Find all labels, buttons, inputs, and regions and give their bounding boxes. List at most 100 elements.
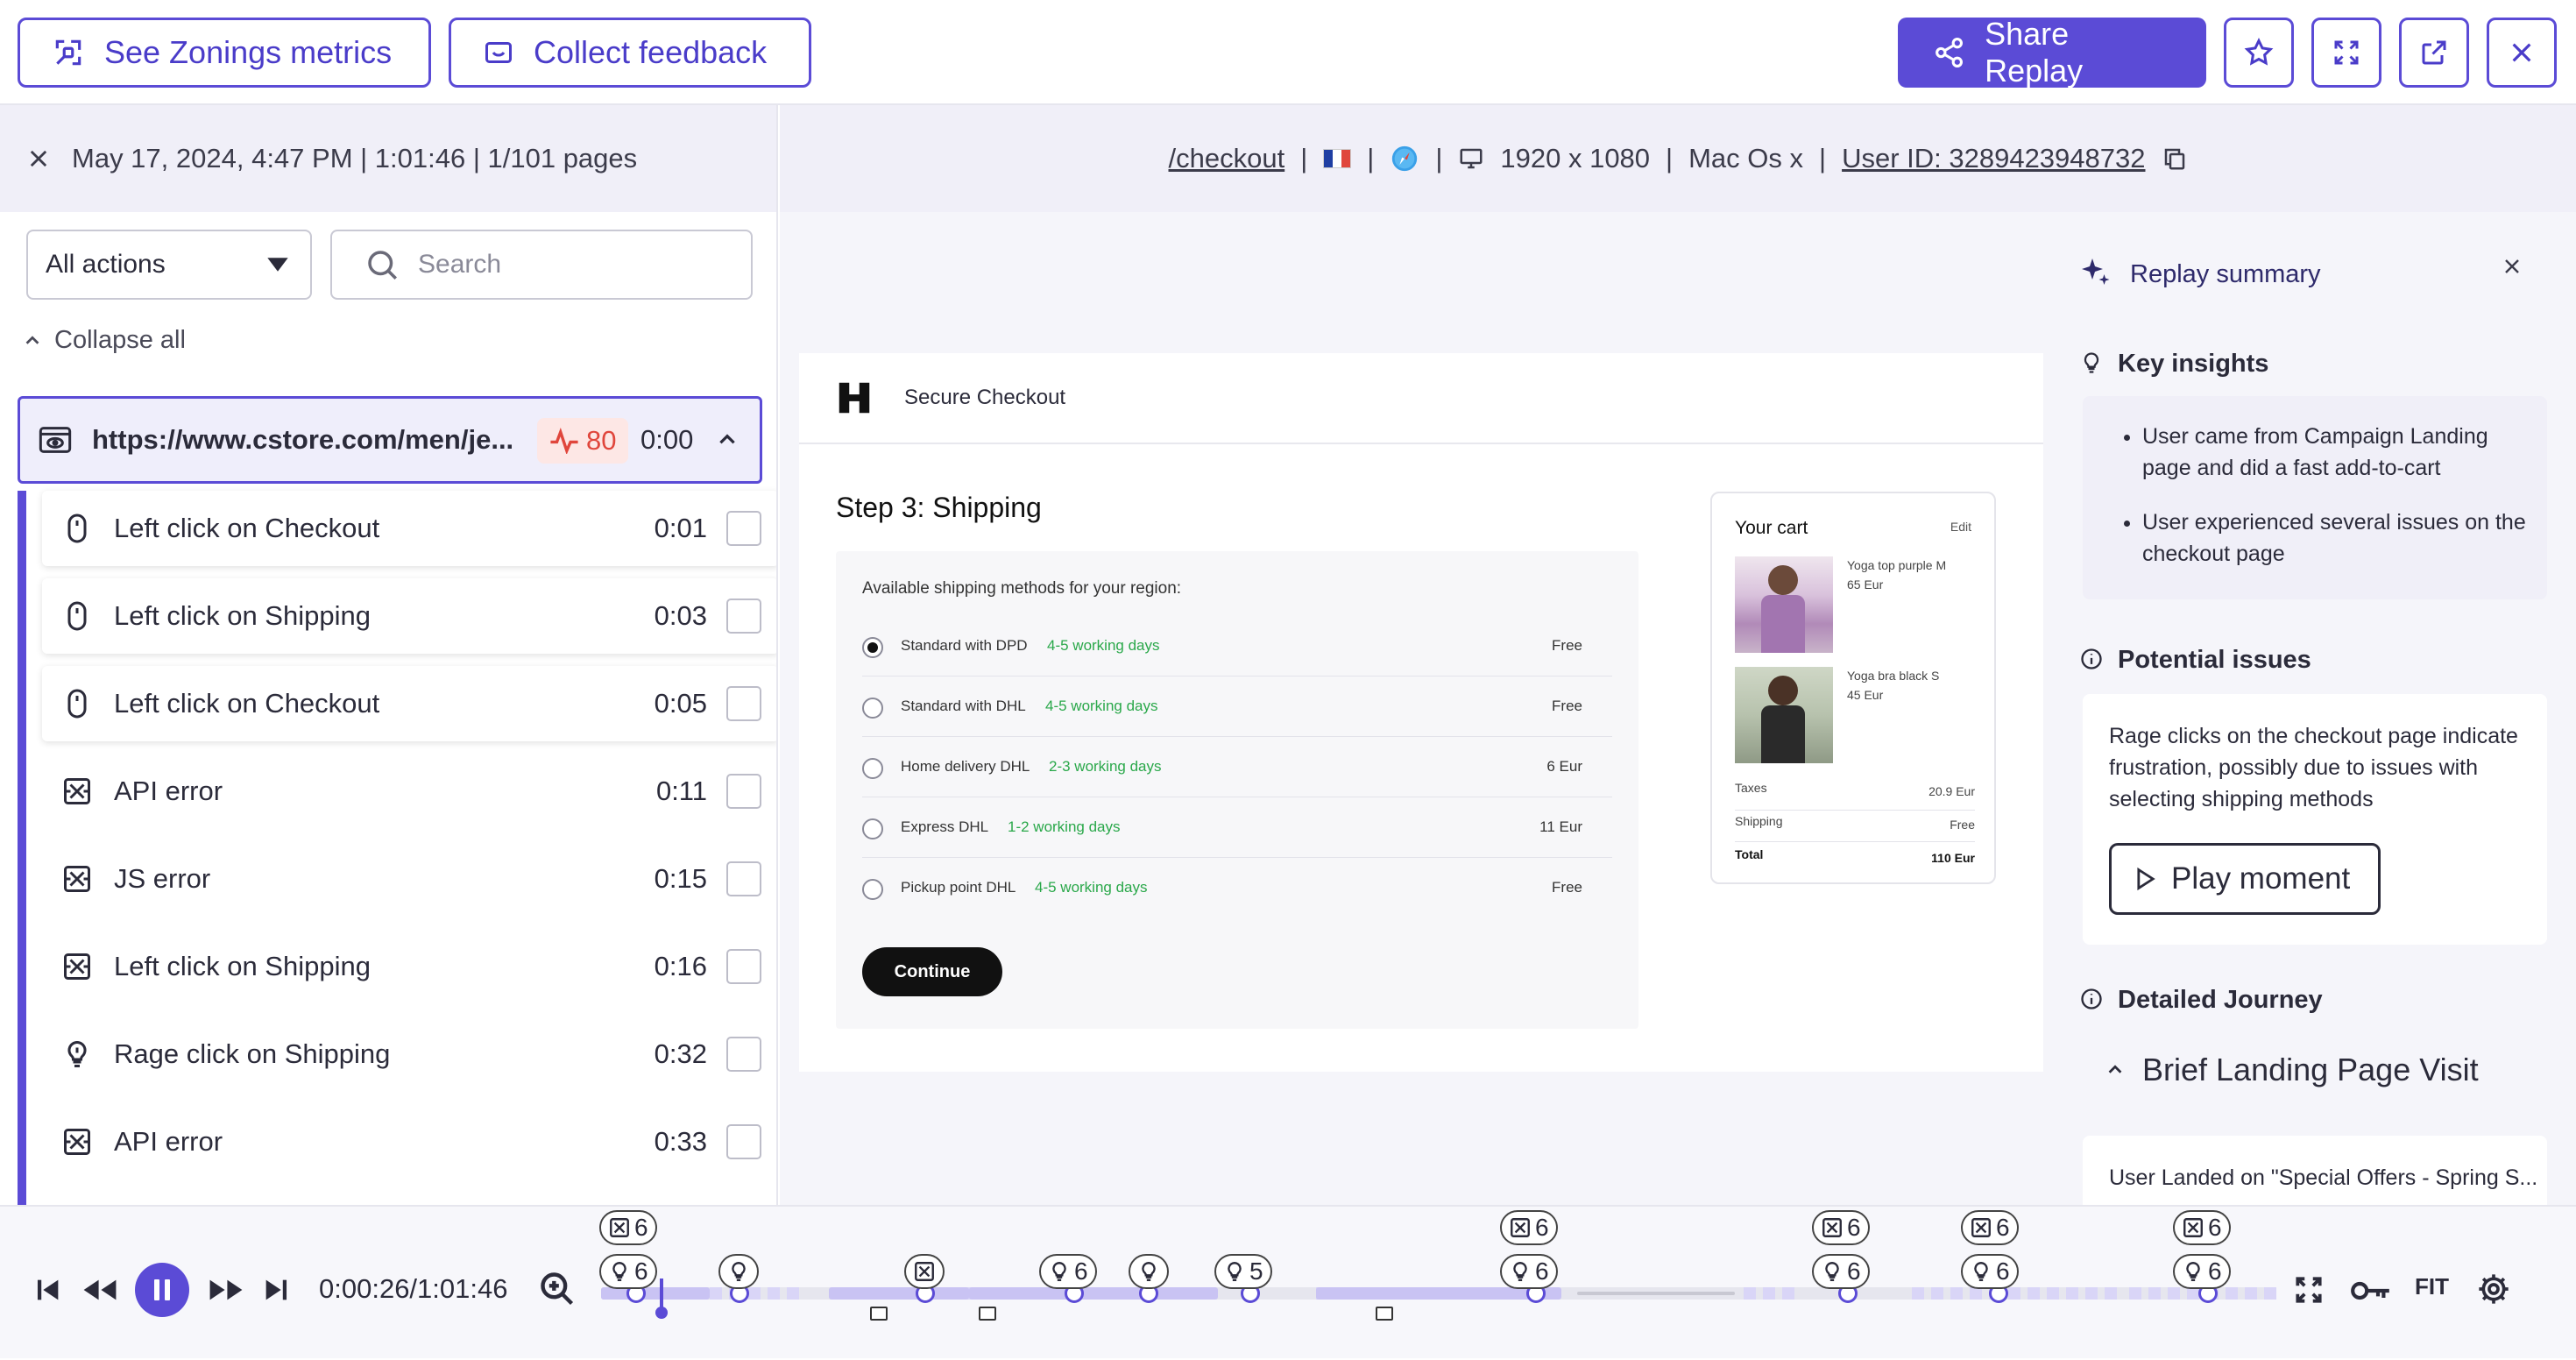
rage-click-marker[interactable]: [1129, 1254, 1169, 1289]
collapse-all-label: Collapse all: [54, 326, 186, 354]
event-row[interactable]: JS error 0:15: [42, 841, 776, 917]
feedback-icon: [485, 42, 512, 63]
error-marker[interactable]: 6: [2173, 1210, 2231, 1245]
event-row[interactable]: API error 0:33: [42, 1104, 776, 1179]
rage-click-marker[interactable]: 6: [1812, 1254, 1870, 1289]
method-name: Express DHL: [901, 818, 989, 835]
marker-count: 6: [634, 1214, 648, 1241]
event-checkbox[interactable]: [726, 1124, 761, 1159]
error-marker[interactable]: 6: [1812, 1210, 1870, 1245]
play-moment-button[interactable]: Play moment: [2109, 843, 2381, 915]
copy-icon[interactable]: [2162, 145, 2188, 172]
share-icon: [1936, 37, 1964, 68]
shipping-method-row[interactable]: Standard with DHL 4-5 working days Free: [862, 676, 1612, 737]
timeline-segment: [768, 1287, 780, 1300]
collect-feedback-button[interactable]: Collect feedback: [449, 18, 811, 88]
issue-text: Rage clicks on the checkout page indicat…: [2109, 724, 2518, 811]
settings-gear-icon[interactable]: [2476, 1271, 2511, 1307]
marker-count: 6: [634, 1257, 648, 1285]
rage-click-marker[interactable]: [718, 1254, 759, 1289]
error-icon: [1971, 1218, 1991, 1237]
key-icon[interactable]: [2350, 1275, 2392, 1307]
error-icon: [60, 1124, 95, 1159]
rage-click-marker[interactable]: 5: [1214, 1254, 1272, 1289]
error-icon: [610, 1218, 629, 1237]
event-checkbox[interactable]: [726, 599, 761, 634]
safari-browser-icon: [1392, 145, 1418, 172]
actions-select[interactable]: All actions: [26, 230, 312, 300]
rage-click-marker[interactable]: 6: [1039, 1254, 1097, 1289]
error-marker[interactable]: [904, 1254, 945, 1289]
shipping-method-row[interactable]: Pickup point DHL 4-5 working days Free: [862, 858, 1612, 918]
star-icon: [2244, 38, 2274, 66]
radio-button[interactable]: [862, 637, 883, 658]
radio-button[interactable]: [862, 758, 883, 779]
event-row[interactable]: API error 0:11: [42, 754, 776, 829]
shipping-method-row[interactable]: Home delivery DHL 2-3 working days 6 Eur: [862, 737, 1612, 797]
share-replay-button[interactable]: Share Replay: [1898, 16, 2206, 89]
event-checkbox[interactable]: [726, 861, 761, 896]
continue-button[interactable]: Continue: [862, 947, 1002, 996]
error-marker[interactable]: 6: [599, 1210, 657, 1245]
method-days: 2-3 working days: [1049, 758, 1162, 775]
radio-button[interactable]: [862, 879, 883, 900]
collect-feedback-label: Collect feedback: [534, 34, 768, 70]
close-summary-icon[interactable]: [2502, 256, 2523, 277]
rage-click-marker[interactable]: 6: [1961, 1254, 2019, 1289]
shipping-method-row[interactable]: Express DHL 1-2 working days 11 Eur: [862, 797, 1612, 858]
user-id-link[interactable]: User ID: 3289423948732: [1842, 143, 2145, 174]
error-icon: [1511, 1218, 1530, 1237]
open-external-button[interactable]: [2399, 18, 2469, 88]
event-row[interactable]: Rage click on Shipping 0:32: [42, 1016, 776, 1092]
rage-click-marker[interactable]: 6: [599, 1254, 657, 1289]
rage-click-marker[interactable]: 6: [1500, 1254, 1558, 1289]
close-session-icon[interactable]: [26, 146, 51, 171]
chevron-up-icon[interactable]: [716, 429, 739, 451]
see-zonings-button[interactable]: See Zonings metrics: [18, 18, 431, 88]
event-row[interactable]: Left click on Checkout 0:05: [42, 666, 776, 741]
fit-screen-icon[interactable]: [2292, 1273, 2325, 1307]
page-path-link[interactable]: /checkout: [1169, 143, 1285, 174]
event-row[interactable]: Left click on Shipping 0:16: [42, 929, 776, 1004]
marker-count: 6: [1847, 1214, 1861, 1241]
store-logo-icon: [839, 382, 870, 414]
close-button[interactable]: [2487, 18, 2557, 88]
journey-section-toggle[interactable]: Brief Landing Page Visit: [2105, 1052, 2479, 1088]
method-price: Free: [1552, 879, 1582, 896]
page-view-icon: [39, 427, 72, 453]
taxes-value: 20.9 Eur: [1928, 784, 1975, 798]
search-icon: [368, 251, 397, 280]
play-icon: [2137, 867, 2155, 891]
error-marker[interactable]: 6: [1961, 1210, 2019, 1245]
search-input[interactable]: Search: [330, 230, 753, 300]
timeline-segment: [2245, 1287, 2257, 1300]
collapse-all-toggle[interactable]: Collapse all: [23, 326, 186, 355]
error-icon: [915, 1262, 934, 1281]
event-time: 0:16: [654, 951, 707, 981]
radio-button[interactable]: [862, 698, 883, 719]
error-marker[interactable]: 6: [1500, 1210, 1558, 1245]
event-row[interactable]: Left click on Shipping 0:03: [42, 578, 776, 654]
radio-button[interactable]: [862, 818, 883, 839]
event-checkbox[interactable]: [726, 1037, 761, 1072]
method-days: 4-5 working days: [1047, 637, 1160, 654]
fullscreen-button[interactable]: [2311, 18, 2381, 88]
event-checkbox[interactable]: [726, 686, 761, 721]
fit-button[interactable]: FIT: [2415, 1273, 2449, 1300]
shipping-method-row[interactable]: Standard with DPD 4-5 working days Free: [862, 616, 1612, 676]
rage-click-marker[interactable]: 6: [2173, 1254, 2231, 1289]
rage-icon: [1513, 1262, 1527, 1281]
timeline[interactable]: 6 6 6 6 6 6 6 5 6 6 6 6: [0, 1207, 2576, 1360]
event-checkbox[interactable]: [726, 949, 761, 984]
continue-label: Continue: [894, 961, 971, 981]
event-checkbox[interactable]: [726, 511, 761, 546]
cart-shipping-row: Shipping Free: [1735, 811, 1975, 842]
cart-edit-link[interactable]: Edit: [1950, 520, 1971, 534]
favorite-button[interactable]: [2224, 18, 2294, 88]
page-url-row[interactable]: https://www.cstore.com/men/je... 80 0:00: [18, 396, 762, 484]
event-row[interactable]: Left click on Checkout 0:01: [42, 491, 776, 566]
event-checkbox[interactable]: [726, 774, 761, 809]
error-icon: [60, 949, 95, 984]
event-label: Left click on Shipping: [114, 600, 371, 631]
checkout-header: Secure Checkout: [799, 353, 2043, 444]
